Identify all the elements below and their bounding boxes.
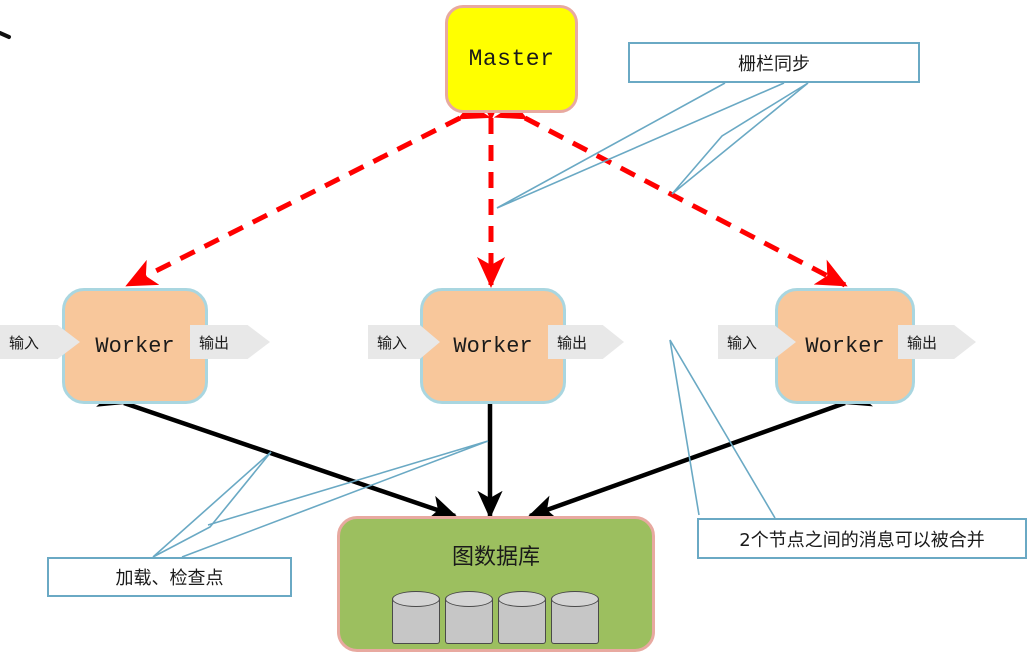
leader-merge xyxy=(669,339,776,519)
database-cylinder-icon xyxy=(497,591,546,644)
leader-load-a xyxy=(152,451,272,558)
database-cylinder-group xyxy=(391,591,599,644)
database-cylinder-icon xyxy=(391,591,440,644)
data-arrow-worker-3 xyxy=(527,382,873,520)
worker-label-3: Worker xyxy=(805,333,885,359)
worker-label-2: Worker xyxy=(453,333,533,359)
worker-node-3[interactable]: Worker xyxy=(775,288,915,404)
graph-database-node[interactable]: 图数据库 xyxy=(337,516,655,652)
sync-arrow-worker-3 xyxy=(493,92,848,288)
sync-arrow-worker-1 xyxy=(125,92,492,288)
stray-mark xyxy=(0,31,11,39)
data-arrow-worker-1 xyxy=(96,382,458,520)
master-worker-sync-arrows xyxy=(125,90,848,289)
diagram-canvas: Master Worker 输入 输出 Worker 输入 输出 Worker … xyxy=(0,0,1035,663)
graph-database-label: 图数据库 xyxy=(451,545,540,570)
worker-label-1: Worker xyxy=(95,333,175,359)
callout-fence-sync: 栅栏同步 xyxy=(628,42,920,83)
database-cylinder-icon xyxy=(444,591,493,644)
leader-fence-sync-b xyxy=(671,82,809,195)
database-cylinder-icon xyxy=(550,591,599,644)
callout-message-merge: 2个节点之间的消息可以被合并 xyxy=(697,518,1027,559)
master-node[interactable]: Master xyxy=(445,5,578,113)
worker-node-2[interactable]: Worker xyxy=(420,288,566,404)
callout-load-checkpoint: 加载、检查点 xyxy=(47,557,292,597)
master-label: Master xyxy=(468,46,555,72)
worker-node-1[interactable]: Worker xyxy=(62,288,208,404)
